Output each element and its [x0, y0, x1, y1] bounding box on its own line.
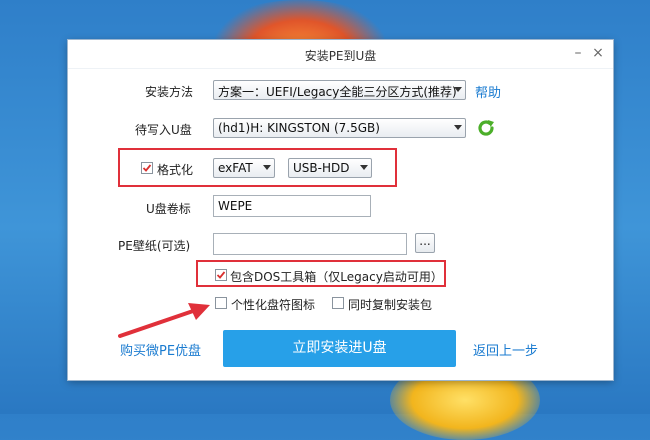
- back-link[interactable]: 返回上一步: [473, 340, 538, 359]
- boot-mode-value: USB-HDD: [293, 161, 350, 175]
- title-bar: 安装PE到U盘 – ×: [68, 40, 613, 69]
- filesystem-select[interactable]: exFAT: [213, 158, 275, 178]
- wallpaper-input[interactable]: [213, 233, 407, 255]
- target-disk-select[interactable]: (hd1)H: KINGSTON (7.5GB): [213, 118, 466, 138]
- copy-installer-checkbox[interactable]: [332, 297, 344, 309]
- volume-label-label: U盘卷标: [146, 202, 191, 216]
- chevron-down-icon: [454, 87, 462, 92]
- install-to-usb-button[interactable]: 立即安装进U盘: [223, 330, 456, 367]
- annotation-arrow-icon: [118, 303, 210, 338]
- browse-button[interactable]: ...: [415, 233, 435, 253]
- checkmark-icon: [216, 271, 226, 279]
- chevron-down-icon: [360, 165, 368, 170]
- wallpaper-label: PE壁纸(可选): [118, 239, 191, 253]
- format-label: 格式化: [157, 163, 194, 177]
- minimize-button[interactable]: –: [568, 43, 588, 63]
- install-method-value: 方案一：UEFI/Legacy全能三分区方式(推荐): [218, 85, 457, 99]
- chevron-down-icon: [263, 165, 271, 170]
- install-method-select[interactable]: 方案一：UEFI/Legacy全能三分区方式(推荐): [213, 80, 466, 100]
- install-method-label: 安装方法: [145, 85, 194, 99]
- dos-tools-checkbox[interactable]: [215, 269, 227, 281]
- volume-label-input[interactable]: WEPE: [213, 195, 371, 217]
- boot-mode-select[interactable]: USB-HDD: [288, 158, 372, 178]
- dialog-title: 安装PE到U盘: [304, 49, 377, 63]
- target-disk-label: 待写入U盘: [135, 123, 192, 137]
- volume-label-value: WEPE: [218, 199, 253, 213]
- buy-pe-usb-link[interactable]: 购买微PE优盘: [120, 340, 201, 359]
- format-checkbox[interactable]: [141, 162, 153, 174]
- help-link[interactable]: 帮助: [475, 82, 501, 101]
- chevron-down-icon: [454, 125, 462, 130]
- filesystem-value: exFAT: [218, 161, 253, 175]
- copy-installer-label: 同时复制安装包: [348, 298, 433, 312]
- refresh-icon[interactable]: [475, 117, 497, 142]
- custom-icon-label: 个性化盘符图标: [231, 298, 316, 312]
- close-button[interactable]: ×: [588, 43, 608, 63]
- checkmark-icon: [142, 164, 152, 172]
- dos-tools-label: 包含DOS工具箱（仅Legacy启动可用）: [230, 270, 443, 284]
- target-disk-value: (hd1)H: KINGSTON (7.5GB): [218, 121, 380, 135]
